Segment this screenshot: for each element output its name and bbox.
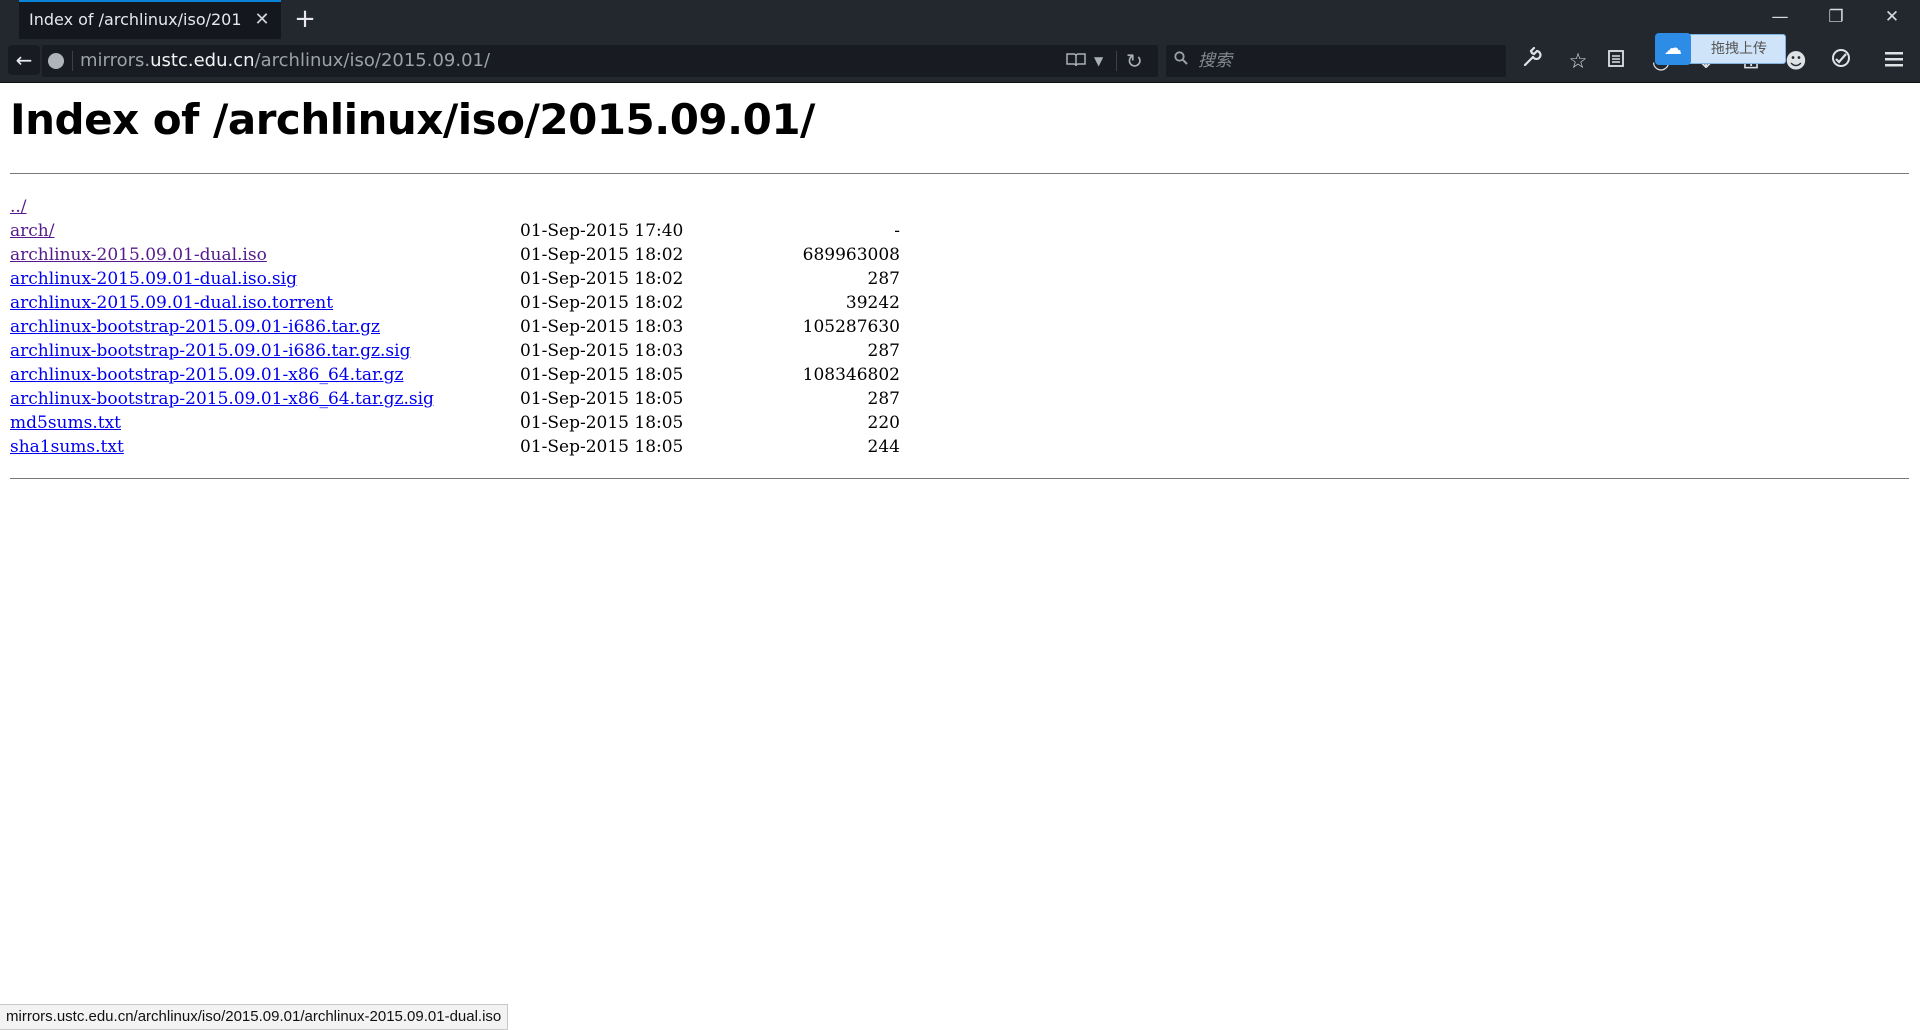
file-link[interactable]: arch/ bbox=[10, 219, 54, 243]
search-placeholder: 搜索 bbox=[1198, 51, 1232, 71]
file-size: 287 bbox=[867, 269, 900, 289]
minimize-button[interactable]: — bbox=[1752, 0, 1808, 36]
file-link[interactable]: archlinux-bootstrap-2015.09.01-i686.tar.… bbox=[10, 339, 410, 363]
site-identity-icon[interactable] bbox=[48, 53, 64, 69]
back-arrow-icon: ← bbox=[15, 48, 33, 72]
file-link[interactable]: archlinux-bootstrap-2015.09.01-i686.tar.… bbox=[10, 315, 380, 339]
file-date: 01-Sep-2015 18:05 bbox=[520, 413, 684, 433]
file-size: 287 bbox=[867, 389, 900, 409]
close-window-button[interactable]: ✕ bbox=[1864, 0, 1920, 36]
top-divider bbox=[10, 173, 1909, 174]
url-dropdown-icon[interactable]: ▼ bbox=[1094, 52, 1103, 70]
url-separator bbox=[72, 51, 73, 71]
file-size: - bbox=[894, 221, 900, 241]
url-text[interactable]: mirrors.ustc.edu.cn/archlinux/iso/2015.0… bbox=[80, 45, 490, 77]
smiley-icon[interactable]: ☻ bbox=[1782, 47, 1810, 75]
sync-icon[interactable] bbox=[1827, 47, 1855, 75]
back-button[interactable]: ← bbox=[8, 45, 40, 75]
new-tab-button[interactable]: + bbox=[290, 0, 320, 39]
file-link[interactable]: md5sums.txt bbox=[10, 411, 121, 435]
title-bar: Index of /archlinux/iso/201... ✕ + — ❐ ✕ bbox=[0, 0, 1920, 39]
url-bar[interactable]: mirrors.ustc.edu.cn/archlinux/iso/2015.0… bbox=[42, 45, 1158, 77]
file-link[interactable]: archlinux-2015.09.01-dual.iso bbox=[10, 243, 267, 267]
file-size: 105287630 bbox=[802, 317, 900, 337]
file-date: 01-Sep-2015 18:03 bbox=[520, 341, 684, 361]
wrench-icon[interactable] bbox=[1518, 46, 1546, 75]
file-link[interactable]: archlinux-2015.09.01-dual.iso.torrent bbox=[10, 291, 333, 315]
restore-button[interactable]: ❐ bbox=[1808, 0, 1864, 36]
file-date: 01-Sep-2015 18:03 bbox=[520, 317, 684, 337]
file-date: 01-Sep-2015 18:02 bbox=[520, 293, 684, 313]
reload-icon[interactable]: ↻ bbox=[1126, 49, 1143, 73]
reading-list-icon[interactable] bbox=[1602, 47, 1630, 75]
navigation-toolbar: ← mirrors.ustc.edu.cn/archlinux/iso/2015… bbox=[0, 39, 1920, 83]
url-path: /archlinux/iso/2015.09.01/ bbox=[254, 50, 491, 71]
file-link[interactable]: archlinux-bootstrap-2015.09.01-x86_64.ta… bbox=[10, 387, 434, 411]
drag-upload-widget[interactable]: ☁ 拖拽上传 bbox=[1655, 33, 1786, 65]
file-link[interactable]: ../ bbox=[10, 195, 27, 219]
bottom-divider bbox=[10, 478, 1909, 479]
file-size: 244 bbox=[867, 437, 900, 457]
search-bar[interactable]: 搜索 bbox=[1166, 45, 1506, 77]
file-size: 220 bbox=[867, 413, 900, 433]
reader-view-icon[interactable] bbox=[1066, 52, 1088, 70]
file-link[interactable]: sha1sums.txt bbox=[10, 435, 124, 459]
page-content: Index of /archlinux/iso/2015.09.01/ ../a… bbox=[0, 83, 1920, 1000]
hamburger-menu-icon[interactable] bbox=[1880, 47, 1908, 75]
page-title: Index of /archlinux/iso/2015.09.01/ bbox=[10, 95, 815, 144]
file-date: 01-Sep-2015 18:05 bbox=[520, 389, 684, 409]
tab-close-icon[interactable]: ✕ bbox=[251, 2, 273, 38]
star-icon[interactable]: ☆ bbox=[1564, 47, 1592, 75]
search-icon bbox=[1174, 51, 1188, 65]
file-link[interactable]: archlinux-2015.09.01-dual.iso.sig bbox=[10, 267, 297, 291]
file-date: 01-Sep-2015 18:02 bbox=[520, 269, 684, 289]
status-bar: mirrors.ustc.edu.cn/archlinux/iso/2015.0… bbox=[0, 1004, 509, 1030]
tab-title: Index of /archlinux/iso/201... bbox=[29, 10, 241, 29]
file-date: 01-Sep-2015 18:05 bbox=[520, 365, 684, 385]
url-host-prefix: mirrors. bbox=[80, 50, 151, 71]
file-date: 01-Sep-2015 17:40 bbox=[520, 221, 684, 241]
url-separator-2 bbox=[1116, 51, 1117, 71]
upload-label: 拖拽上传 bbox=[1711, 41, 1767, 57]
cloud-upload-icon: ☁ bbox=[1655, 33, 1691, 65]
file-size: 108346802 bbox=[802, 365, 900, 385]
file-size: 689963008 bbox=[802, 245, 900, 265]
file-date: 01-Sep-2015 18:05 bbox=[520, 437, 684, 457]
file-date: 01-Sep-2015 18:02 bbox=[520, 245, 684, 265]
tab-active[interactable]: Index of /archlinux/iso/201... ✕ bbox=[19, 0, 281, 39]
url-host-domain: ustc.edu.cn bbox=[150, 50, 255, 71]
file-size: 39242 bbox=[845, 293, 900, 313]
file-size: 287 bbox=[867, 341, 900, 361]
file-link[interactable]: archlinux-bootstrap-2015.09.01-x86_64.ta… bbox=[10, 363, 403, 387]
